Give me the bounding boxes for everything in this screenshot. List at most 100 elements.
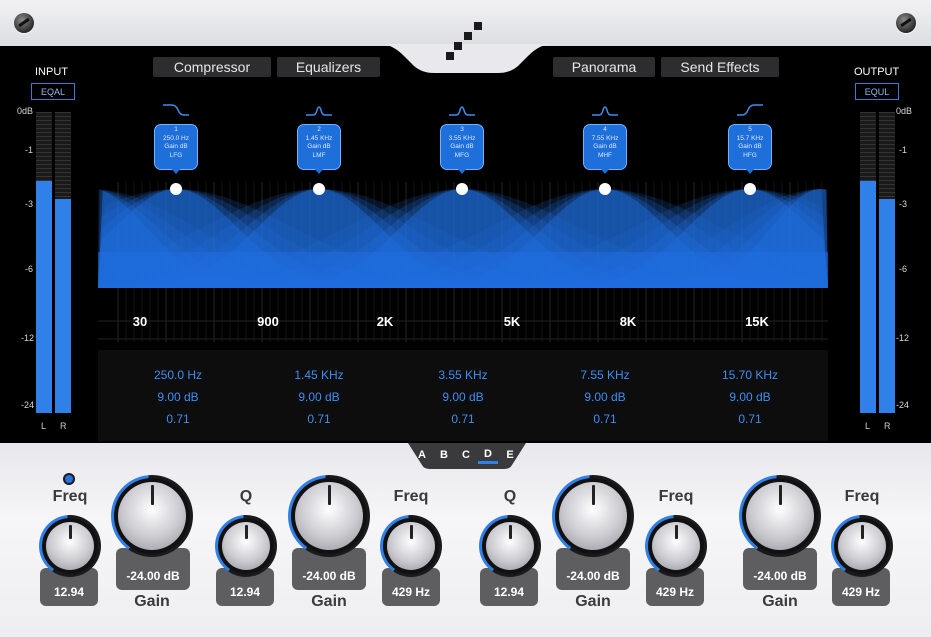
- band-4-tag[interactable]: 4 7.55 KHz Gain dB MHF: [583, 124, 627, 174]
- k7-knob[interactable]: [552, 475, 634, 557]
- freq-axis-label: 2K: [376, 314, 394, 329]
- band-tag-bubble: 4 7.55 KHz Gain dB MHF: [583, 124, 627, 170]
- band-tag-freq: 3.55 KHz: [448, 134, 476, 142]
- band-2-q-value[interactable]: 0.71: [307, 412, 330, 426]
- freq-axis-label: 900: [257, 314, 279, 329]
- band-4-handle[interactable]: [599, 183, 611, 195]
- screw-icon: [896, 13, 916, 33]
- knob-pointer: [591, 485, 595, 505]
- bell-filter-icon: [592, 106, 618, 116]
- band-1-freq-value[interactable]: 250.0 Hz: [154, 368, 202, 382]
- band-selector-c[interactable]: C: [456, 447, 476, 463]
- band-tag-num: 4: [603, 126, 607, 133]
- band-5-q-value[interactable]: 0.71: [738, 412, 761, 426]
- band-selector-d[interactable]: D: [478, 447, 498, 464]
- band-2-handle[interactable]: [313, 183, 325, 195]
- band-3-handle[interactable]: [456, 183, 468, 195]
- knob-pointer: [150, 485, 154, 505]
- band-tag-freq: 7.55 KHz: [591, 134, 619, 142]
- tab-panorama[interactable]: Panorama: [553, 57, 655, 77]
- band-5-freq-value[interactable]: 15.70 KHz: [722, 368, 778, 382]
- knob-pointer: [508, 525, 512, 539]
- k5-label: Freq: [393, 488, 429, 505]
- scale-label: -6: [25, 264, 34, 274]
- scale-label: -3: [899, 199, 908, 209]
- band-tag-gain: Gain dB: [307, 143, 331, 150]
- band-1-gain-value[interactable]: 9.00 dB: [157, 390, 198, 404]
- band-3-gain-value[interactable]: 9.00 dB: [442, 390, 483, 404]
- output-meter-left: [860, 112, 876, 413]
- k10-label: Freq: [844, 488, 880, 505]
- scale-label: -1: [899, 145, 908, 155]
- band-selector-e[interactable]: E: [500, 447, 520, 463]
- k8-knob[interactable]: [645, 515, 707, 577]
- band-tag-name: LMF: [312, 151, 326, 159]
- band-4-q-value[interactable]: 0.71: [593, 412, 616, 426]
- band-tag-num: 2: [317, 126, 321, 133]
- band-5-handle[interactable]: [744, 183, 756, 195]
- k7-label: Gain: [575, 593, 611, 610]
- scale-label: -6: [899, 264, 908, 274]
- knob-pointer: [244, 525, 248, 539]
- knob-pointer: [674, 525, 678, 539]
- band-tag-name: HFG: [743, 151, 757, 159]
- band-3-freq-value[interactable]: 3.55 KHz: [438, 368, 487, 382]
- band-5-tag[interactable]: 5 15.7 KHz Gain dB HFG: [728, 124, 772, 174]
- k10-knob[interactable]: [831, 515, 893, 577]
- k9-label: Gain: [762, 593, 798, 610]
- tab-send-effects[interactable]: Send Effects: [661, 57, 779, 77]
- band-1-q-value[interactable]: 0.71: [166, 412, 189, 426]
- band-tag-freq: 1.45 KHz: [305, 134, 333, 142]
- scale-label: -12: [896, 333, 910, 343]
- scale-label: -1: [25, 145, 34, 155]
- band-tag-gain: Gain dB: [450, 143, 474, 150]
- band-4-gain-value[interactable]: 9.00 dB: [584, 390, 625, 404]
- input-meter-right: [55, 112, 71, 413]
- band-selector-a[interactable]: A: [412, 447, 432, 463]
- k2-knob[interactable]: [111, 475, 193, 557]
- band-3-q-value[interactable]: 0.71: [451, 412, 474, 426]
- scale-label: -12: [21, 333, 35, 343]
- k1-label: Freq: [52, 488, 88, 505]
- output-meter-title: OUTPUT: [854, 66, 900, 78]
- k6-label: Q: [503, 488, 517, 505]
- band-1-tag[interactable]: 1 250.0 Hz Gain dB LFG: [154, 124, 198, 174]
- scale-label: -3: [25, 199, 34, 209]
- k4-knob[interactable]: [288, 475, 370, 557]
- band-5-gain-value[interactable]: 9.00 dB: [729, 390, 770, 404]
- channel-label-l: L: [865, 421, 871, 431]
- band-2-gain-value[interactable]: 9.00 dB: [298, 390, 339, 404]
- band-2-freq-value[interactable]: 1.45 KHz: [294, 368, 343, 382]
- freq-axis-label: 15K: [745, 314, 769, 329]
- k9-knob[interactable]: [739, 475, 821, 557]
- meter-level-fill: [879, 199, 895, 413]
- output-mode-button[interactable]: EQUL: [855, 83, 899, 100]
- tab-equalizers[interactable]: Equalizers: [277, 57, 380, 77]
- band-tag-bubble: 3 3.55 KHz Gain dB MFG: [440, 124, 484, 170]
- band-3-tag[interactable]: 3 3.55 KHz Gain dB MFG: [440, 124, 484, 174]
- tab-compressor[interactable]: Compressor: [153, 57, 271, 77]
- scale-label: 0dB: [17, 106, 34, 116]
- k6-knob[interactable]: [479, 515, 541, 577]
- knob-pointer: [68, 525, 72, 539]
- band-1-handle[interactable]: [170, 183, 182, 195]
- band-tag-pointer: [457, 168, 467, 174]
- input-meter-left: [36, 112, 52, 413]
- k5-knob[interactable]: [380, 515, 442, 577]
- k3-knob[interactable]: [215, 515, 277, 577]
- scale-label: 0dB: [896, 106, 913, 116]
- k1-knob[interactable]: [39, 515, 101, 577]
- input-mode-button[interactable]: EQAL: [31, 83, 75, 100]
- band-values-panel: 250.0 Hz 9.00 dB 0.71 1.45 KHz 9.00 dB 0…: [98, 350, 828, 441]
- knob-pointer: [860, 525, 864, 539]
- lowshelf-filter-icon: [163, 104, 189, 116]
- knob-pointer: [327, 485, 331, 505]
- band-tag-name: MHF: [597, 151, 613, 159]
- band-tag-num: 1: [174, 126, 178, 133]
- input-meter-title: INPUT: [35, 66, 68, 78]
- band-4-freq-value[interactable]: 7.55 KHz: [580, 368, 629, 382]
- band-2-tag[interactable]: 2 1.45 KHz Gain dB LMF: [297, 124, 341, 174]
- band-selector-b[interactable]: B: [434, 447, 454, 463]
- scale-label: -24: [21, 400, 35, 410]
- band-active-led-icon: [65, 475, 73, 483]
